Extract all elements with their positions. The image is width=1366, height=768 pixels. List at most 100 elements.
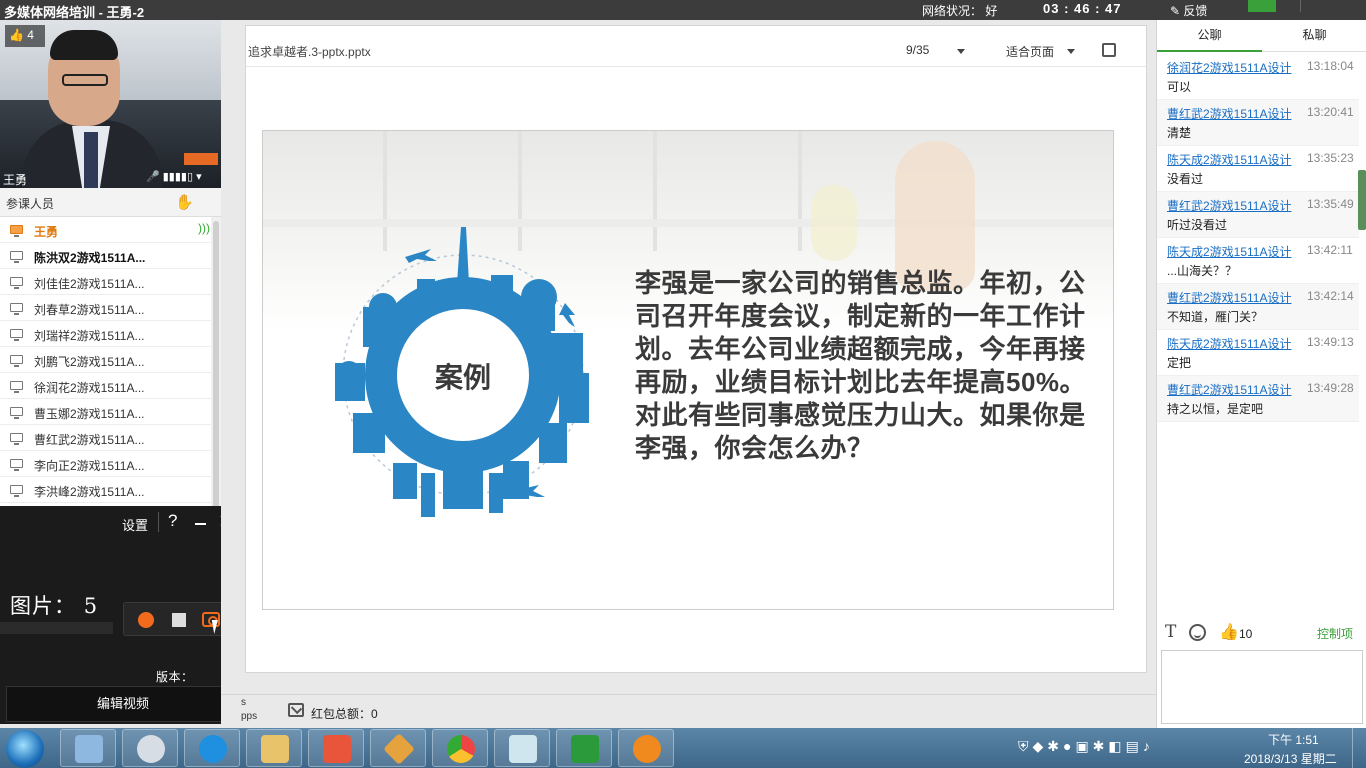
participant-row[interactable]: 徐润花2游戏1511A... — [0, 373, 211, 399]
taskbar-webcam-icon[interactable] — [122, 729, 178, 767]
system-tray-icons[interactable]: ⛨◆✱●▣✱◧▤♪ — [1018, 738, 1154, 755]
show-desktop-button[interactable] — [1352, 728, 1366, 768]
chat-input[interactable] — [1161, 650, 1363, 724]
slide-body-text: 李强是一家公司的销售总监。年初，公司召开年度会议，制定新的一年工作计划。去年公司… — [635, 268, 1087, 463]
window-frame — [798, 131, 802, 251]
taskbar-sogou-icon[interactable] — [184, 729, 240, 767]
chat-messages: 徐润花2游戏1511A设计 13:18:04 可以 曹红武2游戏1511A设计 13:2… — [1157, 54, 1359, 422]
like-counter[interactable]: 👍 4 — [5, 25, 45, 47]
control-options-link[interactable]: 控制项 — [1317, 625, 1353, 642]
chat-message: 曹红武2游戏1511A设计 13:35:49 听过没看过 — [1157, 192, 1359, 238]
speaking-icon: ))) — [198, 221, 210, 235]
presenter-video: 👍 4 王勇 🎤 ▮▮▮▮▯ ▾ — [0, 20, 221, 188]
help-button[interactable]: ? — [168, 511, 177, 531]
taskbar-app-icon[interactable] — [370, 729, 426, 767]
taskbar-app-icon[interactable] — [60, 729, 116, 767]
monitor-icon — [10, 381, 23, 393]
participant-row[interactable]: 王勇))) — [0, 217, 211, 243]
start-button[interactable] — [6, 730, 44, 768]
recorder-popup: 设置 ? ✕ 图片： 5 版本：2.8.1.0 编辑视频 — [0, 506, 243, 724]
participant-name: 刘瑞祥2游戏1511A... — [34, 329, 145, 343]
fullscreen-icon[interactable] — [1102, 43, 1116, 57]
chat-text: 听过没看过 — [1167, 218, 1228, 232]
case-badge-label: 案例 — [435, 361, 491, 393]
participant-row[interactable]: 陈洪双2游戏1511A... — [0, 243, 211, 269]
like-count: 10 — [1239, 627, 1253, 641]
chat-username[interactable]: 陈天成2游戏1511A设计 — [1167, 335, 1291, 352]
monitor-icon — [10, 251, 23, 263]
participants-title: 参课人员 — [6, 197, 55, 211]
participant-row[interactable]: 刘鹏飞2游戏1511A... — [0, 347, 211, 373]
chat-username[interactable]: 陈天成2游戏1511A设计 — [1167, 243, 1291, 260]
tab-public-chat[interactable]: 公聊 — [1157, 20, 1262, 52]
thumbs-up-icon[interactable]: 👍 — [1219, 622, 1239, 642]
chat-username[interactable]: 曹红武2游戏1511A设计 — [1167, 197, 1291, 214]
participant-row[interactable]: 李向正2游戏1511A... — [0, 451, 211, 477]
participant-name: 李向正2游戏1511A... — [34, 459, 145, 473]
page-indicator[interactable]: 9/35 — [906, 43, 929, 57]
tab-private-chat[interactable]: 私聊 — [1262, 20, 1366, 52]
participant-name: 刘春草2游戏1511A... — [34, 303, 145, 317]
chat-text: ...山海关？？ — [1167, 264, 1238, 278]
chat-message: 曹红武2游戏1511A设计 13:20:41 清楚 — [1157, 100, 1359, 146]
taskbar-explorer-icon[interactable] — [246, 729, 302, 767]
chat-tabs: 公聊 私聊 — [1157, 20, 1366, 52]
raise-hand-icon[interactable]: ✋ — [175, 193, 194, 211]
divider — [158, 512, 159, 532]
taskbar-hbuilder-icon[interactable] — [308, 729, 364, 767]
chat-username[interactable]: 曹红武2游戏1511A设计 — [1167, 381, 1291, 398]
taskbar-app-icon[interactable] — [556, 729, 612, 767]
participant-name: 刘鹏飞2游戏1511A... — [34, 355, 145, 369]
title-bar: 多媒体网络培训 - 王勇-2 网络状况： 好 03 : 46 : 47 ✎ 反馈 — [0, 0, 1366, 20]
monitor-icon — [10, 407, 23, 419]
chat-message: 陈天成2游戏1511A设计 13:49:13 定把 — [1157, 330, 1359, 376]
chat-username[interactable]: 徐润花2游戏1511A设计 — [1167, 59, 1291, 76]
fit-page-select[interactable]: 适合页面 — [1006, 43, 1054, 60]
participant-row[interactable]: 刘佳佳2游戏1511A... — [0, 269, 211, 295]
chat-time: 13:49:28 — [1307, 381, 1354, 395]
chat-username[interactable]: 曹红武2游戏1511A设计 — [1167, 105, 1291, 122]
taskbar-date[interactable]: 2018/3/13 星期二 — [1244, 750, 1337, 767]
participant-name: 曹玉娜2游戏1511A... — [34, 407, 145, 421]
presenter-name: 王勇 — [3, 173, 28, 187]
taskbar-time[interactable]: 下午 1:51 — [1268, 731, 1319, 748]
minimize-icon[interactable] — [195, 523, 206, 525]
session-clock: 03 : 46 : 47 — [1043, 1, 1122, 16]
background-object — [184, 153, 218, 165]
participant-scrollbar[interactable] — [211, 217, 221, 527]
chat-text: 不知道，雁门关？ — [1167, 310, 1264, 324]
chat-toolbar: T 👍 10 控制项 — [1157, 618, 1366, 648]
taskbar-notepad-icon[interactable] — [494, 729, 550, 767]
red-packet-icon[interactable] — [288, 703, 304, 717]
stop-button[interactable] — [172, 613, 186, 627]
taskbar-chrome-icon[interactable] — [432, 729, 488, 767]
participant-row[interactable]: 李洪峰2游戏1511A... — [0, 477, 211, 503]
feedback-button[interactable]: ✎ 反馈 — [1170, 2, 1207, 19]
audio-level-icon: 🎤 ▮▮▮▮▯ ▾ — [146, 171, 202, 183]
text-format-icon[interactable]: T — [1165, 622, 1176, 642]
participant-row[interactable]: 曹玉娜2游戏1511A... — [0, 399, 211, 425]
edit-video-button[interactable]: 编辑视频 — [6, 686, 240, 722]
chat-panel: 公聊 私聊 徐润花2游戏1511A设计 13:18:04 可以 曹红武2游戏1511A… — [1156, 20, 1366, 728]
chat-username[interactable]: 陈天成2游戏1511A设计 — [1167, 151, 1291, 168]
chat-time: 13:35:23 — [1307, 151, 1354, 165]
participant-row[interactable]: 刘瑞祥2游戏1511A... — [0, 321, 211, 347]
chevron-down-icon[interactable] — [1067, 49, 1075, 54]
chat-username[interactable]: 曹红武2游戏1511A设计 — [1167, 289, 1291, 306]
document-area: 追求卓越者.3-pptx.pptx 9/35 适合页面 案例 李强是一家公司的销… — [221, 20, 1156, 694]
participant-row[interactable]: 刘春草2游戏1511A... — [0, 295, 211, 321]
participant-row[interactable]: 曹红武2游戏1511A... — [0, 425, 211, 451]
window-control-button[interactable] — [1248, 0, 1276, 12]
chat-message: 徐润花2游戏1511A设计 13:18:04 可以 — [1157, 54, 1359, 100]
participant-name: 徐润花2游戏1511A... — [34, 381, 145, 395]
thumbs-up-icon: 👍 — [9, 28, 24, 42]
participants-header: 参课人员 ✋ — [0, 188, 221, 217]
chevron-down-icon[interactable] — [957, 49, 965, 54]
record-button[interactable] — [138, 612, 154, 628]
monitor-icon — [10, 329, 23, 341]
chat-scrollbar[interactable] — [1357, 170, 1366, 230]
taskbar-recorder-icon[interactable] — [618, 729, 674, 767]
emoji-icon[interactable] — [1189, 624, 1206, 641]
chat-message: 曹红武2游戏1511A设计 13:42:14 不知道，雁门关？ — [1157, 284, 1359, 330]
settings-button[interactable]: 设置 — [122, 515, 148, 534]
